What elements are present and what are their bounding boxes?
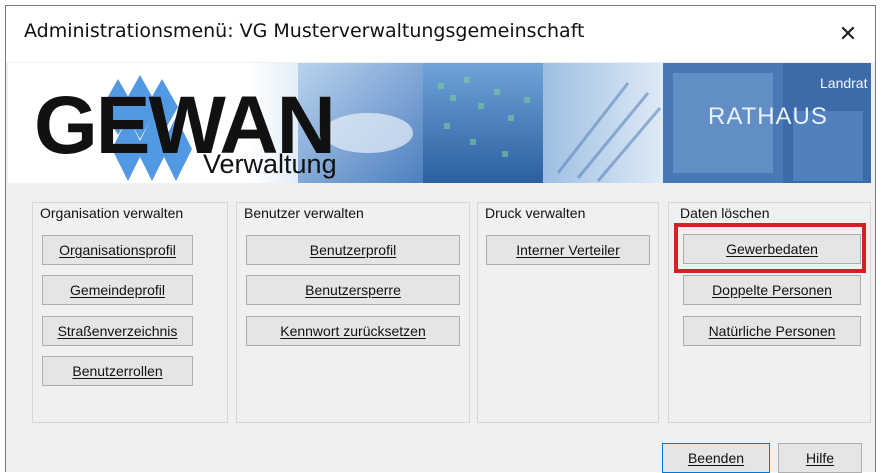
close-icon[interactable]: ✕ bbox=[821, 6, 875, 62]
interner-verteiler-button[interactable]: Interner Verteiler bbox=[486, 235, 650, 265]
window-title: Administrationsmenü: VG Musterverwaltung… bbox=[24, 20, 585, 42]
logo-subtitle: Verwaltung bbox=[203, 149, 337, 179]
benutzerrollen-button[interactable]: Benutzerrollen bbox=[42, 356, 193, 386]
hilfe-button[interactable]: Hilfe bbox=[778, 443, 862, 473]
group-label-benutzer: Benutzer verwalten bbox=[244, 205, 364, 221]
gewerbedaten-highlight bbox=[674, 223, 866, 273]
kennwort-zuruecksetzen-button[interactable]: Kennwort zurücksetzen bbox=[246, 316, 460, 346]
benutzerprofil-button[interactable]: Benutzerprofil bbox=[246, 235, 460, 265]
banner-photo-text-rathaus: RATHAUS bbox=[708, 103, 828, 130]
title-bar: Administrationsmenü: VG Musterverwaltung… bbox=[6, 6, 875, 62]
beenden-button[interactable]: Beenden bbox=[662, 443, 770, 473]
natuerliche-personen-button[interactable]: Natürliche Personen bbox=[683, 316, 861, 346]
gewan-banner: RATHAUS Landrat GEWAN Verwaltung bbox=[8, 63, 871, 183]
benutzersperre-button[interactable]: Benutzersperre bbox=[246, 275, 460, 305]
banner-photo-text-landrat: Landrat bbox=[820, 75, 868, 91]
admin-menu-window: Administrationsmenü: VG Musterverwaltung… bbox=[5, 5, 876, 473]
organisationsprofil-button[interactable]: Organisationsprofil bbox=[42, 235, 193, 265]
group-label-daten-loeschen: Daten löschen bbox=[680, 205, 770, 221]
doppelte-personen-button[interactable]: Doppelte Personen bbox=[683, 275, 861, 305]
group-label-druck: Druck verwalten bbox=[485, 205, 586, 221]
gemeindeprofil-button[interactable]: Gemeindeprofil bbox=[42, 275, 193, 305]
group-label-organisation: Organisation verwalten bbox=[40, 205, 184, 221]
strassenverzeichnis-button[interactable]: Straßenverzeichnis bbox=[42, 316, 193, 346]
